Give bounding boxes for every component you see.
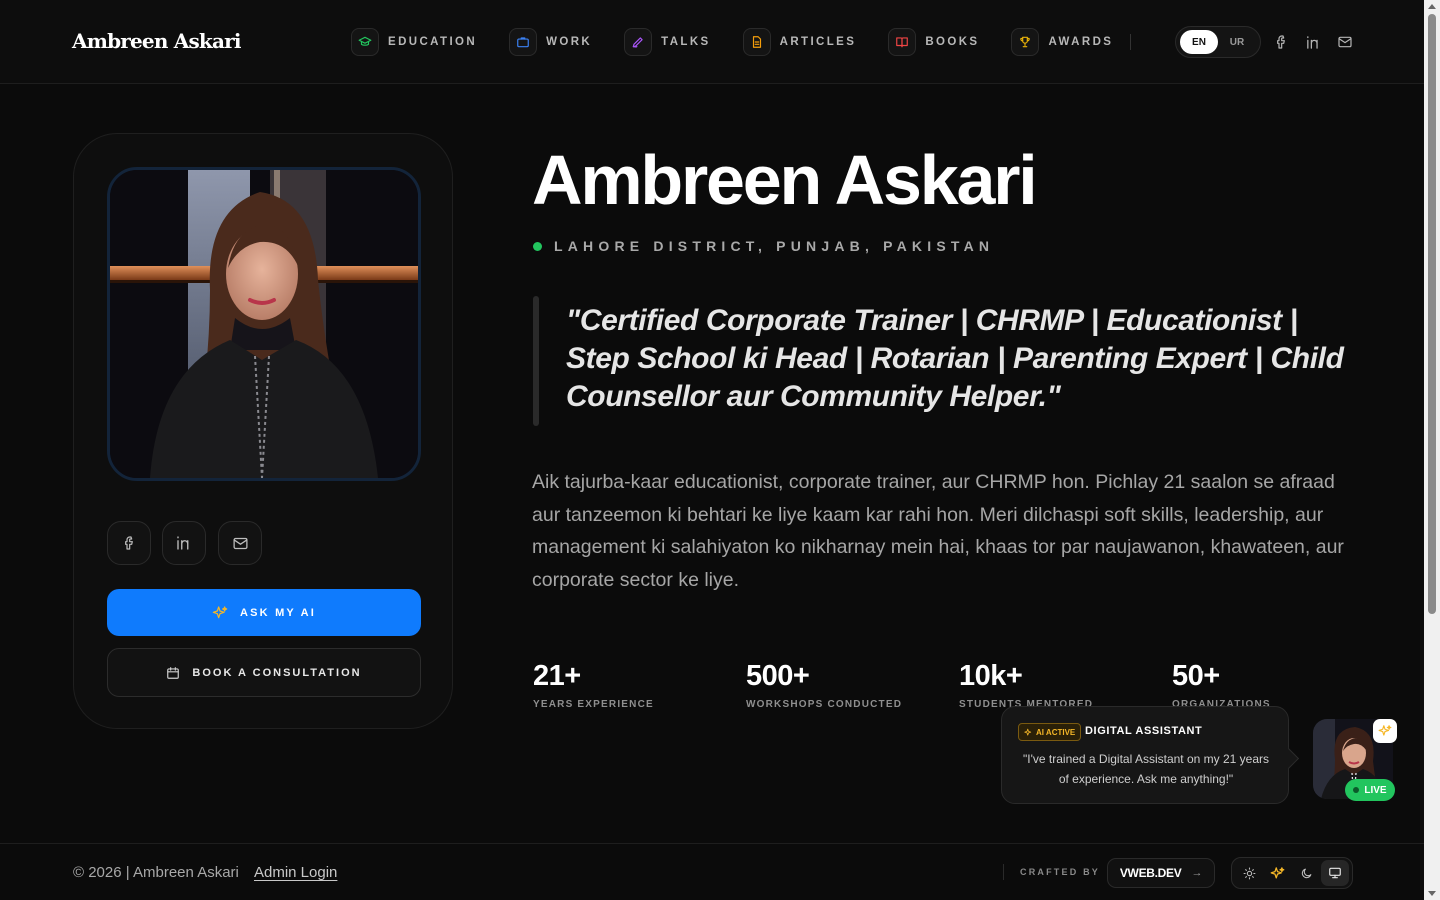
arrow-right-icon: → — [1191, 867, 1203, 879]
nav-label: TALKS — [661, 36, 711, 48]
scroll-up-arrow[interactable] — [1428, 4, 1436, 9]
copyright-text: © 2026 | Ambreen Askari — [73, 864, 239, 881]
site-footer: © 2026 | Ambreen Askari Admin Login CRAF… — [0, 843, 1424, 900]
quote-accent-bar — [533, 296, 539, 426]
stat-value: 500+ — [746, 660, 810, 692]
calendar-icon — [167, 666, 180, 679]
nav-item-work[interactable]: WORK — [509, 28, 592, 56]
live-label: LIVE — [1364, 784, 1387, 796]
nav-label: WORK — [546, 36, 593, 48]
crafted-by-label: CRAFTED BY — [1020, 867, 1100, 877]
ask-my-ai-label: ASK MY AI — [239, 606, 317, 619]
stat-organizations: 50+ ORGANIZATIONS — [1172, 660, 1271, 710]
document-icon — [742, 28, 771, 56]
page-title: Ambreen Askari — [532, 141, 1038, 219]
nav-label: ARTICLES — [779, 36, 857, 48]
bio-paragraph: Aik tajurba-kaar educationist, corporate… — [532, 471, 1344, 591]
footer-divider — [1003, 864, 1004, 880]
profile-card: ASK MY AI BOOK A CONSULTATION — [73, 133, 453, 729]
facebook-icon — [125, 536, 133, 550]
linkedin-icon — [177, 536, 189, 550]
tagline-quote: "Certified Corporate Trainer | CHRMP | E… — [566, 304, 1344, 413]
nav-label: AWARDS — [1048, 36, 1114, 48]
nav-label: EDUCATION — [388, 36, 478, 48]
stat-label: YEARS EXPERIENCE — [533, 699, 654, 710]
ai-active-badge: AI ACTIVE — [1018, 723, 1082, 741]
sparkles-icon — [1270, 866, 1285, 878]
nav-divider — [1130, 34, 1131, 50]
location-status-dot — [533, 241, 542, 251]
nav-label: BOOKS — [925, 36, 980, 48]
mail-icon[interactable] — [1335, 32, 1355, 52]
assistant-sparkle-badge — [1373, 719, 1397, 743]
nav-item-articles[interactable]: ARTICLES — [742, 28, 857, 56]
vweb-dev-label: VWEB.DEV — [1119, 866, 1182, 880]
book-consultation-label: BOOK A CONSULTATION — [192, 666, 362, 679]
location: LAHORE DISTRICT, PUNJAB, PAKISTAN — [533, 238, 994, 254]
profile-photo — [107, 167, 421, 481]
lang-en-button[interactable]: EN — [1180, 30, 1218, 54]
pen-icon — [624, 28, 653, 56]
book-icon — [888, 28, 917, 56]
sparkles-icon — [1378, 725, 1392, 736]
assistant-message: "I've trained a Digital Assistant on my … — [1023, 752, 1269, 786]
main-nav: EDUCATION WORK TALKS ARTICLES BOOKS AWAR… — [351, 28, 1145, 56]
theme-switcher — [1231, 857, 1353, 889]
lang-ur-button[interactable]: UR — [1218, 30, 1256, 54]
moon-icon — [1301, 868, 1312, 878]
digital-assistant-popup[interactable]: AI ACTIVE DIGITAL ASSISTANT "I've traine… — [1001, 706, 1289, 804]
ask-my-ai-button[interactable]: ASK MY AI — [107, 589, 421, 636]
stat-label: WORKSHOPS CONDUCTED — [746, 699, 903, 710]
linkedin-icon[interactable] — [1303, 32, 1323, 52]
ai-theme-button[interactable] — [1264, 860, 1293, 886]
nav-item-books[interactable]: BOOKS — [888, 28, 979, 56]
facebook-button[interactable] — [107, 521, 151, 565]
facebook-icon[interactable] — [1271, 32, 1291, 52]
brand-logo[interactable]: Ambreen Askari — [72, 29, 241, 53]
dark-theme-button[interactable] — [1292, 860, 1321, 886]
linkedin-button[interactable] — [162, 521, 206, 565]
admin-login-link[interactable]: Admin Login — [254, 864, 337, 881]
graduation-cap-icon — [351, 28, 379, 56]
light-theme-button[interactable] — [1235, 860, 1264, 886]
mail-button[interactable] — [218, 521, 262, 565]
system-theme-button[interactable] — [1320, 860, 1349, 886]
nav-item-awards[interactable]: AWARDS — [1011, 28, 1113, 56]
stat-workshops: 500+ WORKSHOPS CONDUCTED — [746, 660, 902, 710]
language-switcher: EN UR — [1175, 26, 1261, 58]
location-text: LAHORE DISTRICT, PUNJAB, PAKISTAN — [554, 238, 995, 254]
book-consultation-button[interactable]: BOOK A CONSULTATION — [107, 648, 421, 697]
vweb-dev-link[interactable]: VWEB.DEV → — [1107, 858, 1215, 888]
sparkles-icon — [1024, 728, 1032, 736]
stat-experience: 21+ YEARS EXPERIENCE — [533, 660, 654, 710]
sun-icon — [1243, 867, 1256, 879]
site-header: Ambreen Askari EDUCATION WORK TALKS ARTI… — [0, 0, 1424, 84]
scroll-down-arrow[interactable] — [1428, 891, 1436, 896]
monitor-icon — [1328, 867, 1341, 879]
scroll-thumb[interactable] — [1428, 14, 1436, 614]
ai-active-label: AI ACTIVE — [1036, 727, 1076, 737]
nav-item-education[interactable]: EDUCATION — [351, 28, 477, 56]
trophy-icon — [1011, 28, 1040, 56]
page-scrollbar[interactable] — [1424, 0, 1440, 900]
briefcase-icon — [509, 28, 538, 56]
sparkles-icon — [212, 605, 228, 618]
stat-value: 21+ — [533, 660, 581, 692]
stat-value: 10k+ — [959, 660, 1023, 692]
live-badge: LIVE — [1345, 779, 1395, 801]
stat-value: 50+ — [1172, 660, 1220, 692]
assistant-title: DIGITAL ASSISTANT — [1085, 725, 1203, 737]
mail-icon — [232, 537, 248, 549]
live-dot — [1353, 787, 1360, 793]
nav-item-talks[interactable]: TALKS — [624, 28, 710, 56]
stat-students: 10k+ STUDENTS MENTORED — [959, 660, 1093, 710]
